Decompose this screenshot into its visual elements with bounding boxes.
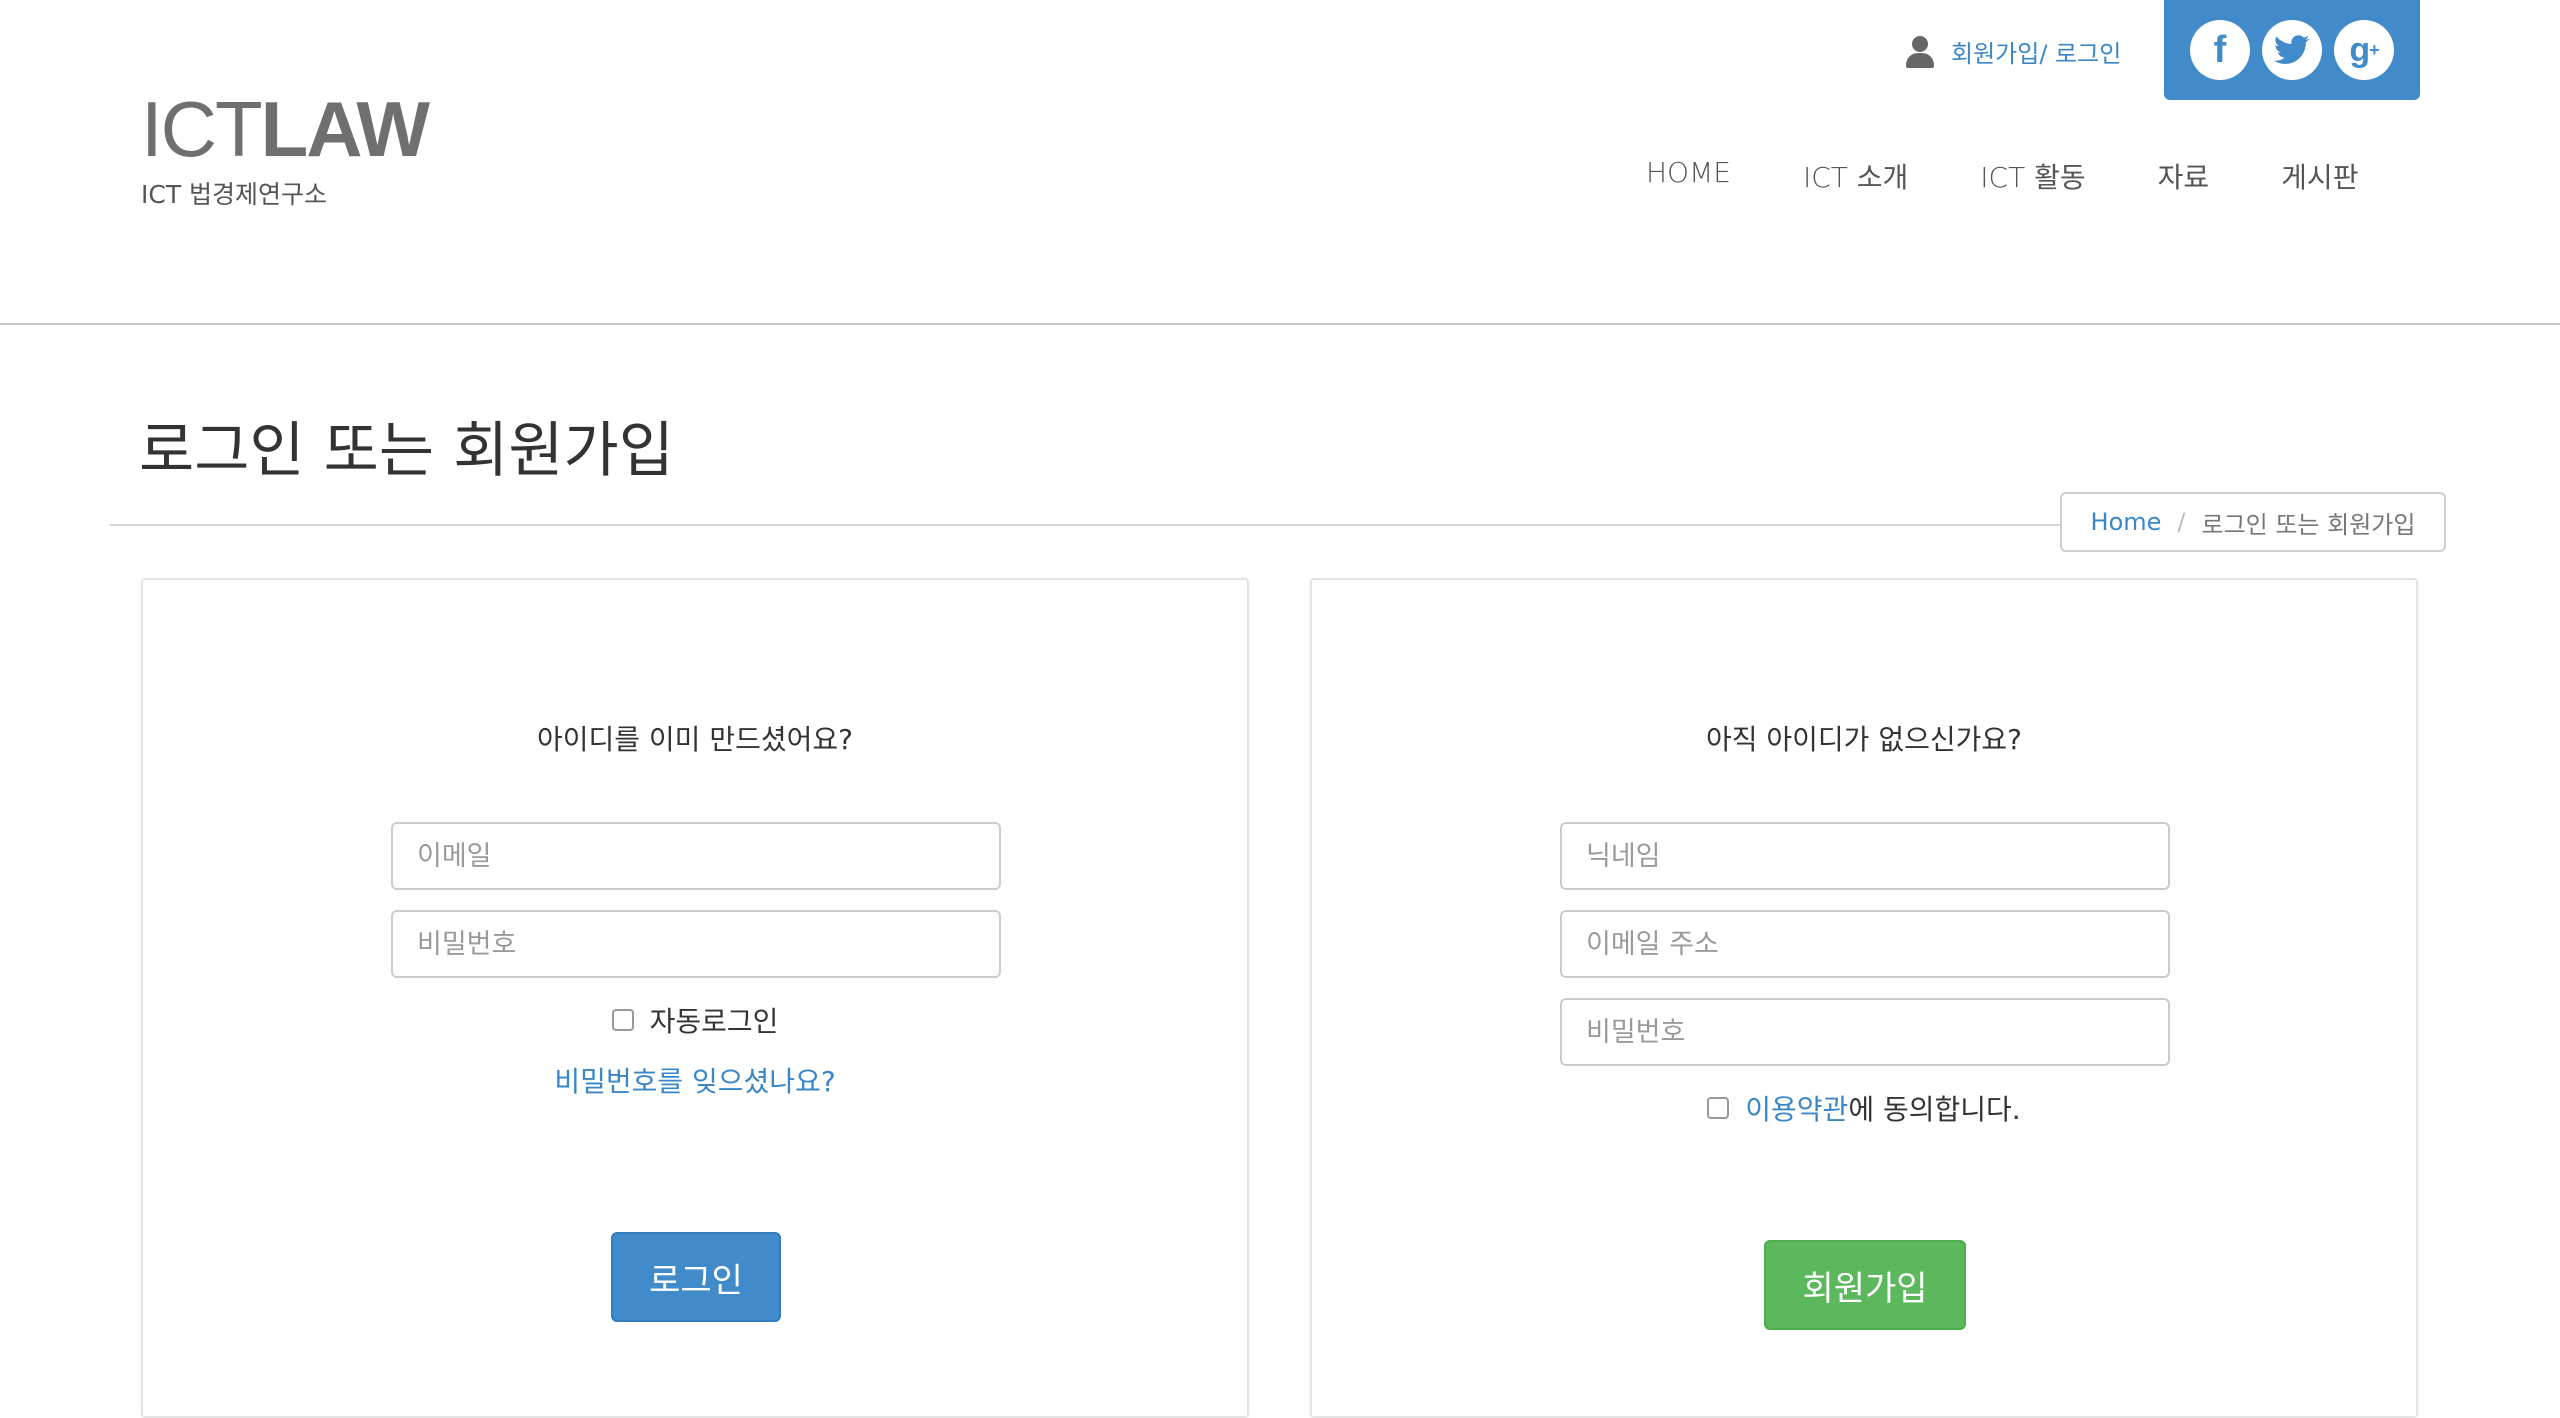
signup-panel: 아직 아이디가 없으신가요? 이용약관에 동의합니다. 회원가입 <box>1310 578 2418 1418</box>
login-button[interactable]: 로그인 <box>611 1232 781 1322</box>
login-panel: 아이디를 이미 만드셨어요? 자동로그인 비밀번호를 잊으셨나요? 로그인 <box>141 578 1249 1418</box>
header-divider <box>0 323 2560 325</box>
social-bar: f g + <box>2164 0 2420 100</box>
member-area: 회원가입/ 로그인 <box>1905 34 2121 69</box>
forgot-row: 비밀번호를 잊으셨나요? <box>143 1060 1247 1100</box>
logo-wordmark-light: ICT <box>141 85 263 173</box>
terms-checkbox[interactable] <box>1707 1097 1730 1119</box>
login-password-input[interactable] <box>391 910 1001 978</box>
breadcrumb-separator: / <box>2177 508 2186 536</box>
page-title: 로그인 또는 회원가입 <box>139 416 674 486</box>
logo-subtitle: ICT 법경제연구소 <box>141 180 328 209</box>
breadcrumb-current: 로그인 또는 회원가입 <box>2201 510 2416 539</box>
signup-button[interactable]: 회원가입 <box>1764 1240 1966 1330</box>
signup-heading: 아직 아이디가 없으신가요? <box>1705 723 2023 756</box>
terms-link[interactable]: 이용약관 <box>1745 1093 1848 1126</box>
google-plus-sup: + <box>2369 39 2379 60</box>
main-nav: HOME ICT 소개 ICT 활동 자료 게시판 <box>1646 156 2394 196</box>
terms-row: 이용약관에 동의합니다. <box>1312 1088 2416 1128</box>
remember-label: 자동로그인 <box>649 1005 779 1038</box>
logo-wordmark: ICTLAW <box>141 90 430 169</box>
nav-resources[interactable]: 자료 <box>2122 156 2246 196</box>
nav-home[interactable]: HOME <box>1646 156 1767 196</box>
signup-login-link[interactable]: 회원가입/ 로그인 <box>1951 34 2121 69</box>
logo-wordmark-bold: LAW <box>260 85 430 173</box>
login-heading: 아이디를 이미 만드셨어요? <box>536 723 854 756</box>
nav-ict-activity[interactable]: ICT 활동 <box>1944 156 2121 196</box>
google-plus-letter: g <box>2349 30 2370 69</box>
google-plus-icon[interactable]: g + <box>2334 20 2394 80</box>
breadcrumb-home[interactable]: Home <box>2091 508 2162 536</box>
user-icon <box>1905 35 1935 68</box>
terms-label: 이용약관에 동의합니다. <box>1745 1088 2020 1128</box>
signup-password-input[interactable] <box>1560 998 2170 1066</box>
terms-suffix: 에 동의합니다. <box>1848 1093 2021 1126</box>
nickname-input[interactable] <box>1560 822 2170 890</box>
nav-board[interactable]: 게시판 <box>2245 156 2394 196</box>
nav-ict-about[interactable]: ICT 소개 <box>1767 156 1944 196</box>
signup-email-input[interactable] <box>1560 910 2170 978</box>
twitter-icon[interactable] <box>2262 20 2322 80</box>
breadcrumb: Home / 로그인 또는 회원가입 <box>2060 492 2446 552</box>
remember-checkbox[interactable] <box>611 1009 634 1031</box>
site-logo[interactable]: ICTLAW ICT 법경제연구소 <box>141 90 430 211</box>
title-divider <box>110 524 2060 526</box>
facebook-icon[interactable]: f <box>2190 20 2250 80</box>
login-email-input[interactable] <box>391 822 1001 890</box>
forgot-password-link[interactable]: 비밀번호를 잊으셨나요? <box>554 1065 835 1098</box>
remember-row: 자동로그인 <box>143 1000 1247 1040</box>
